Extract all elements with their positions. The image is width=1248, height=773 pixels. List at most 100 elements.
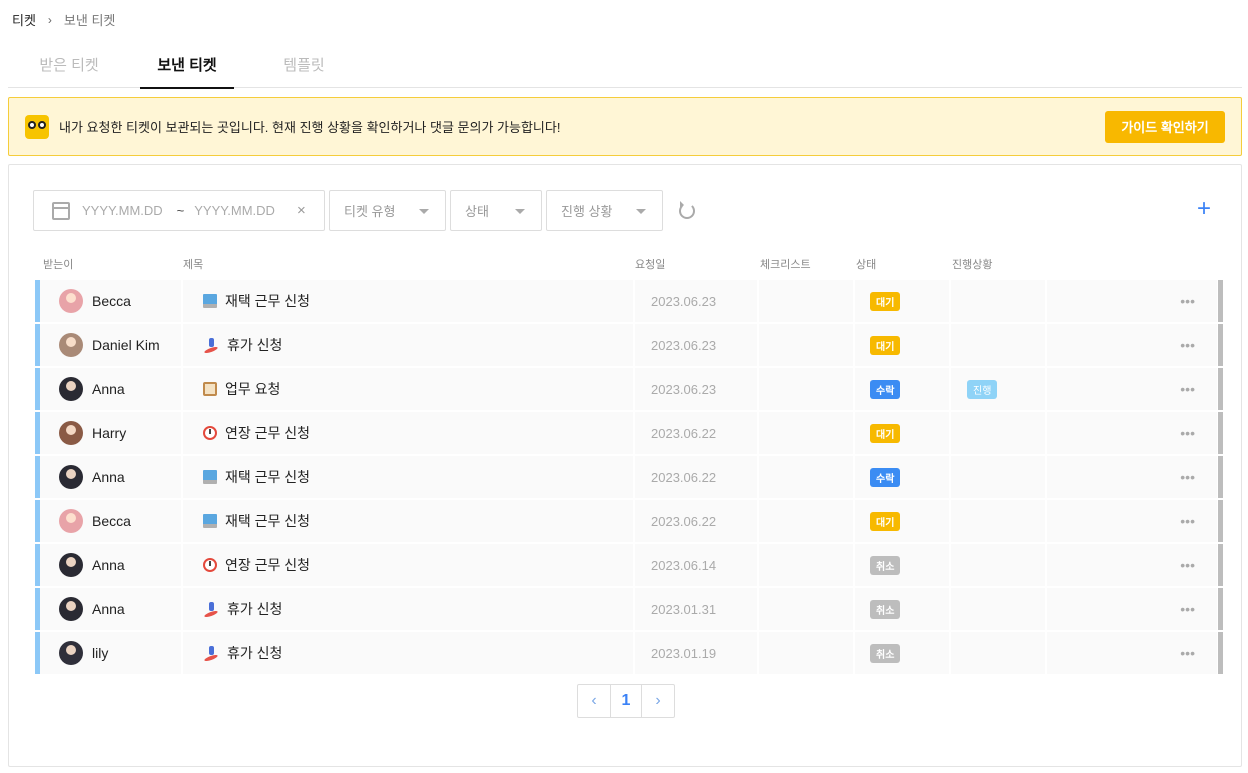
status-badge: 대기 xyxy=(870,291,901,311)
request-date: 2023.06.22 xyxy=(635,500,759,542)
more-options-icon[interactable]: ••• xyxy=(1047,368,1217,410)
receiver-cell: Becca xyxy=(35,500,183,542)
table-header: 받는이 제목 요청일 체크리스트 상태 진행상황 xyxy=(35,256,1217,278)
receiver-cell: lily xyxy=(35,632,183,674)
status-select-label: 상태 xyxy=(465,204,489,219)
progress-cell xyxy=(951,500,1047,542)
ticket-title[interactable]: 재택 근무 신청 xyxy=(225,291,310,311)
surfer-icon xyxy=(203,645,219,661)
avatar xyxy=(59,421,83,445)
status-cell: 대기 xyxy=(855,412,951,454)
receiver-name: Daniel Kim xyxy=(92,337,160,353)
more-options-icon[interactable]: ••• xyxy=(1047,632,1217,674)
ticket-type-select[interactable]: 티켓 유형 xyxy=(329,190,446,231)
title-cell[interactable]: 휴가 신청 xyxy=(183,632,635,674)
table-row[interactable]: Anna 재택 근무 신청 2023.06.22 수락 ••• xyxy=(35,456,1223,498)
more-options-icon[interactable]: ••• xyxy=(1047,544,1217,586)
title-cell[interactable]: 업무 요청 xyxy=(183,368,635,410)
more-options-icon[interactable]: ••• xyxy=(1047,324,1217,366)
status-cell: 수락 xyxy=(855,456,951,498)
table-row[interactable]: Becca 재택 근무 신청 2023.06.23 대기 ••• xyxy=(35,280,1223,322)
progress-cell xyxy=(951,456,1047,498)
receiver-cell: Anna xyxy=(35,544,183,586)
status-select[interactable]: 상태 xyxy=(450,190,542,231)
ticket-title[interactable]: 연장 근무 신청 xyxy=(225,555,310,575)
request-date: 2023.06.22 xyxy=(635,412,759,454)
progress-select[interactable]: 진행 상황 xyxy=(546,190,663,231)
clipboard-icon xyxy=(203,382,217,396)
title-cell[interactable]: 재택 근무 신청 xyxy=(183,456,635,498)
avatar xyxy=(59,333,83,357)
table-row[interactable]: Anna 업무 요청 2023.06.23 수락 진행 ••• xyxy=(35,368,1223,410)
checklist-cell xyxy=(759,632,855,674)
date-range-picker[interactable]: YYYY.MM.DD ~ YYYY.MM.DD × xyxy=(33,190,325,231)
prev-page-icon[interactable]: ‹ xyxy=(578,685,610,717)
request-date: 2023.06.23 xyxy=(635,324,759,366)
title-cell[interactable]: 휴가 신청 xyxy=(183,588,635,630)
ticket-title[interactable]: 재택 근무 신청 xyxy=(225,467,310,487)
more-options-icon[interactable]: ••• xyxy=(1047,412,1217,454)
guide-button[interactable]: 가이드 확인하기 xyxy=(1105,110,1225,143)
progress-cell xyxy=(951,588,1047,630)
next-page-icon[interactable]: › xyxy=(642,685,674,717)
ticket-title[interactable]: 재택 근무 신청 xyxy=(225,511,310,531)
receiver-name: Anna xyxy=(92,557,125,573)
add-ticket-button[interactable]: + xyxy=(1197,197,1211,221)
checklist-cell xyxy=(759,412,855,454)
checklist-cell xyxy=(759,456,855,498)
table-row[interactable]: Becca 재택 근무 신청 2023.06.22 대기 ••• xyxy=(35,500,1223,542)
receiver-name: Anna xyxy=(92,469,125,485)
table-row[interactable]: lily 휴가 신청 2023.01.19 취소 ••• xyxy=(35,632,1223,674)
laptop-icon xyxy=(203,294,217,308)
laptop-icon xyxy=(203,470,217,484)
checklist-cell xyxy=(759,588,855,630)
ticket-type-label: 티켓 유형 xyxy=(344,204,396,219)
title-cell[interactable]: 재택 근무 신청 xyxy=(183,280,635,322)
more-options-icon[interactable]: ••• xyxy=(1047,456,1217,498)
more-options-icon[interactable]: ••• xyxy=(1047,500,1217,542)
page-1-button[interactable]: 1 xyxy=(610,685,642,717)
receiver-name: Harry xyxy=(92,425,127,441)
table-row[interactable]: Harry 연장 근무 신청 2023.06.22 대기 ••• xyxy=(35,412,1223,454)
tab-bar: 받은 티켓 보낸 티켓 템플릿 xyxy=(8,42,1242,89)
alarm-clock-icon xyxy=(203,558,217,572)
status-badge: 대기 xyxy=(870,423,901,443)
ticket-title[interactable]: 업무 요청 xyxy=(225,379,280,399)
title-cell[interactable]: 연장 근무 신청 xyxy=(183,544,635,586)
request-date: 2023.01.31 xyxy=(635,588,759,630)
avatar xyxy=(59,289,83,313)
title-cell[interactable]: 재택 근무 신청 xyxy=(183,500,635,542)
receiver-cell: Becca xyxy=(35,280,183,322)
caret-down-icon xyxy=(419,209,429,214)
ticket-title[interactable]: 휴가 신청 xyxy=(227,599,282,619)
title-cell[interactable]: 연장 근무 신청 xyxy=(183,412,635,454)
clear-icon[interactable]: × xyxy=(297,202,306,219)
refresh-icon[interactable] xyxy=(679,200,695,219)
more-options-icon[interactable]: ••• xyxy=(1047,588,1217,630)
breadcrumb-current: 보낸 티켓 xyxy=(63,13,116,28)
tab-sent[interactable]: 보낸 티켓 xyxy=(140,42,234,89)
receiver-name: Anna xyxy=(92,381,125,397)
status-badge: 취소 xyxy=(870,555,901,575)
banner-message: 내가 요청한 티켓이 보관되는 곳입니다. 현재 진행 상황을 확인하거나 댓글… xyxy=(59,120,561,135)
ticket-list-card: YYYY.MM.DD ~ YYYY.MM.DD × 티켓 유형 상태 진행 상황… xyxy=(8,164,1242,767)
date-end-input[interactable]: YYYY.MM.DD xyxy=(194,203,275,218)
status-cell: 수락 xyxy=(855,368,951,410)
table-row[interactable]: Daniel Kim 휴가 신청 2023.06.23 대기 ••• xyxy=(35,324,1223,366)
receiver-cell: Anna xyxy=(35,456,183,498)
breadcrumb-root[interactable]: 티켓 xyxy=(12,10,36,29)
col-receiver: 받는이 xyxy=(43,259,74,271)
title-cell[interactable]: 휴가 신청 xyxy=(183,324,635,366)
ticket-title[interactable]: 휴가 신청 xyxy=(227,643,282,663)
table-row[interactable]: Anna 연장 근무 신청 2023.06.14 취소 ••• xyxy=(35,544,1223,586)
receiver-name: Becca xyxy=(92,293,131,309)
more-options-icon[interactable]: ••• xyxy=(1047,280,1217,322)
tab-received[interactable]: 받은 티켓 xyxy=(8,42,130,88)
date-start-input[interactable]: YYYY.MM.DD xyxy=(82,203,163,218)
status-cell: 대기 xyxy=(855,324,951,366)
ticket-title[interactable]: 연장 근무 신청 xyxy=(225,423,310,443)
receiver-name: Becca xyxy=(92,513,131,529)
table-row[interactable]: Anna 휴가 신청 2023.01.31 취소 ••• xyxy=(35,588,1223,630)
ticket-title[interactable]: 휴가 신청 xyxy=(227,335,282,355)
tab-templates[interactable]: 템플릿 xyxy=(244,42,364,88)
